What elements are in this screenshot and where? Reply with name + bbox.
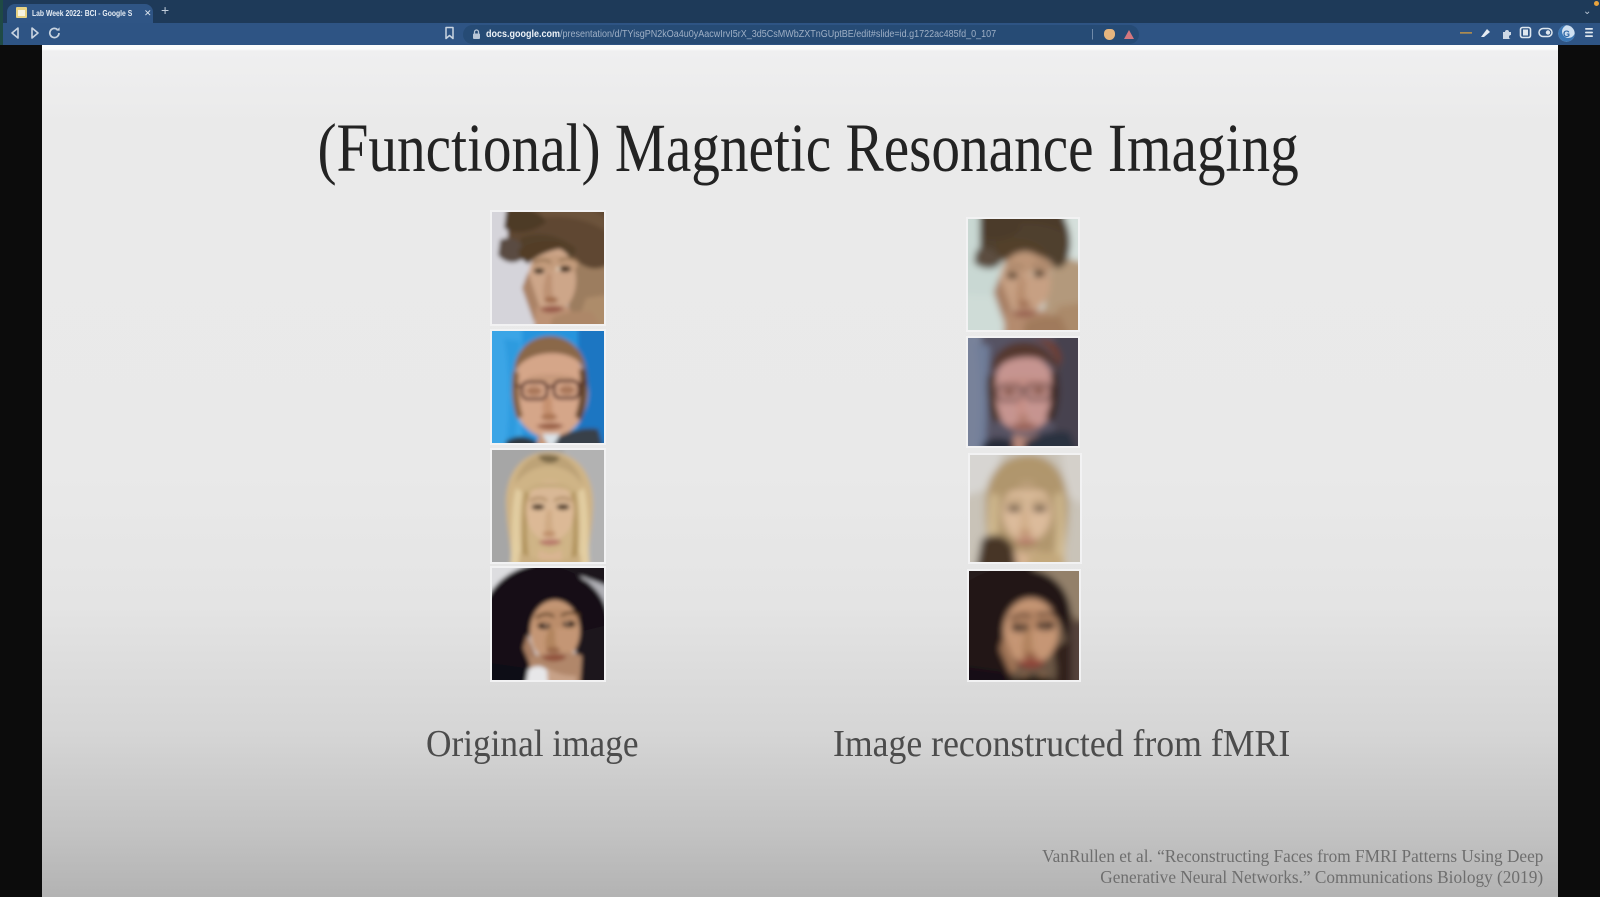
svg-text:G: G	[1563, 29, 1570, 39]
